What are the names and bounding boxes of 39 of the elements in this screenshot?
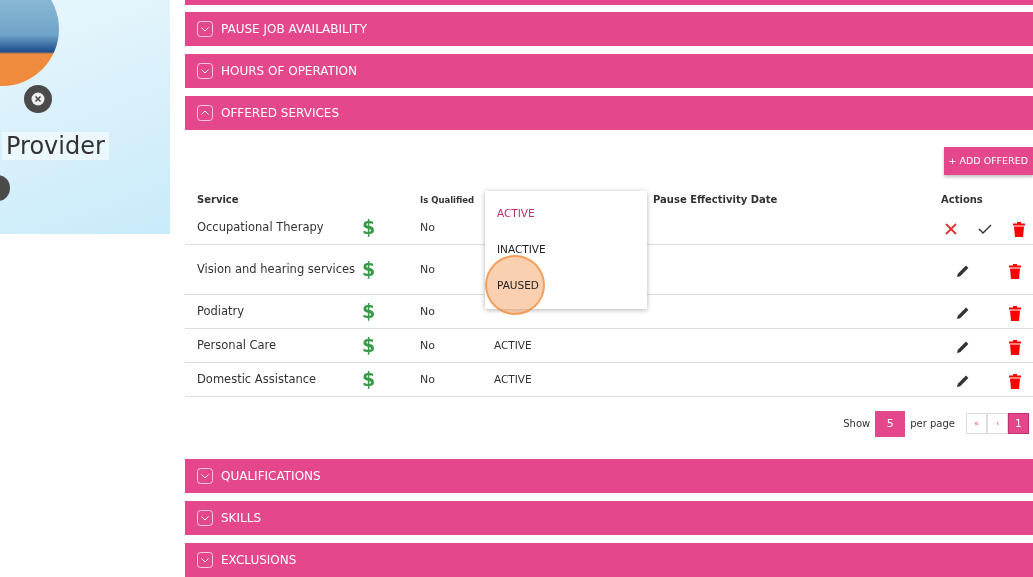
section-header[interactable]: HOURS OF OPERATION	[185, 53, 1033, 88]
dropdown-option[interactable]: ACTIVE	[485, 194, 647, 231]
section-header[interactable]: PAUSE JOB AVAILABILITY	[185, 11, 1033, 46]
section-header[interactable]: OFFERED SERVICES	[185, 95, 1033, 130]
page-button[interactable]: 1	[1008, 413, 1029, 435]
status-value: ACTIVE	[494, 339, 532, 352]
dropdown-option[interactable]: INACTIVE	[485, 230, 647, 267]
dollar-icon: $	[362, 334, 376, 357]
page-size-select[interactable]: 5	[875, 410, 906, 437]
previous-page-button[interactable]: ‹	[987, 413, 1008, 435]
service-name: Occupational Therapy	[197, 218, 325, 236]
close-icon[interactable]	[24, 85, 52, 113]
service-name: Podiatry	[197, 302, 246, 320]
service-name: Personal Care	[197, 336, 278, 354]
section-header[interactable]: EXCLUSIONS	[185, 543, 1033, 577]
first-page-button[interactable]: «	[966, 413, 987, 435]
qualified-value: No	[420, 338, 436, 352]
dollar-icon: $	[362, 368, 376, 391]
column-header: Actions	[941, 194, 984, 206]
service-name: Vision and hearing services	[197, 260, 357, 278]
section-header[interactable]: SKILLS	[185, 501, 1033, 535]
dollar-icon: $	[362, 258, 376, 281]
profile-name: Provider	[2, 132, 109, 160]
per-page-label: per page	[910, 418, 955, 430]
show-label: Show	[843, 418, 871, 430]
section-header[interactable]: QUALIFICATIONS	[185, 459, 1033, 493]
status-value: ACTIVE	[494, 373, 532, 386]
service-name: Domestic Assistance	[197, 370, 318, 388]
qualified-value: No	[420, 220, 436, 234]
qualified-value: No	[420, 262, 436, 276]
qualified-value: No	[420, 304, 436, 318]
dollar-icon: $	[362, 300, 376, 323]
column-header: Is Qualified	[420, 194, 476, 205]
dropdown-option[interactable]: PAUSED	[485, 266, 647, 303]
column-header: Pause Effectivity Date	[653, 194, 779, 206]
add-offered-button[interactable]: + ADD OFFERED	[943, 146, 1033, 175]
dollar-icon: $	[362, 216, 376, 239]
qualified-value: No	[420, 372, 436, 386]
column-header: Service	[197, 194, 240, 206]
